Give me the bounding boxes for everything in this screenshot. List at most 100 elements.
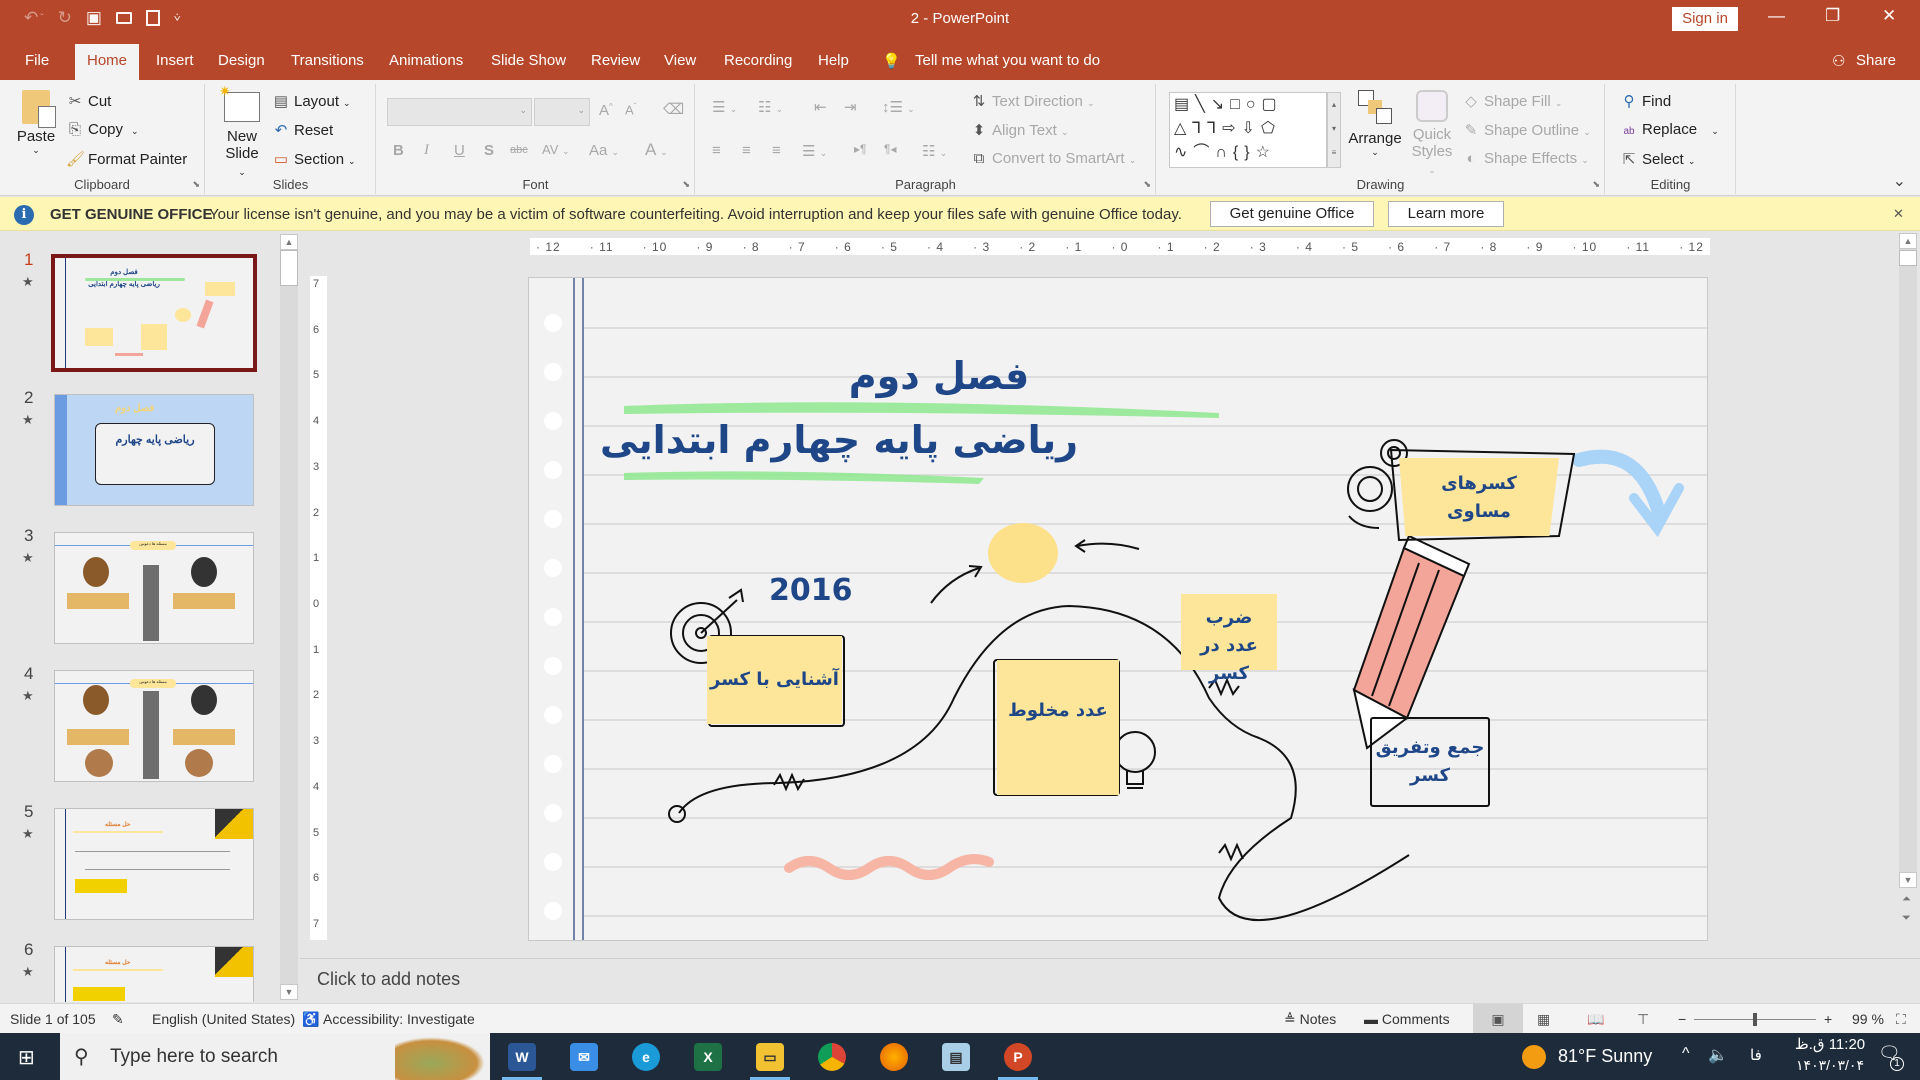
numbering-button[interactable]: ☷ ⌄ (758, 98, 783, 116)
align-center-button[interactable]: ≡ (742, 142, 751, 159)
scroll-down-button[interactable]: ▼ (1899, 872, 1917, 888)
taskbar-search[interactable]: ⚲ Type here to search (60, 1033, 490, 1080)
copy-button[interactable]: ⎘ Copy ⌄ (66, 121, 139, 138)
learn-more-button[interactable]: Learn more (1388, 201, 1504, 227)
find-button[interactable]: ⚲ Find (1620, 92, 1672, 110)
chrome-app-icon[interactable] (818, 1043, 846, 1071)
excel-app-icon[interactable]: X (694, 1043, 722, 1071)
slide-scrollbar[interactable]: ▲ ▼ (1899, 233, 1917, 888)
word-app-icon[interactable]: W (508, 1043, 536, 1071)
shapes-gallery[interactable]: ▤╲↘□○▢ △⅂⅂⇨⇩⬠ ∿⌒∩{}☆ (1169, 92, 1327, 168)
slide-title[interactable]: فصل دوم (529, 354, 1349, 398)
weather-status[interactable]: 81°F Sunny (1558, 1046, 1652, 1067)
select-button[interactable]: ⇱ Select ⌄ (1620, 150, 1696, 168)
align-left-button[interactable]: ≡ (712, 142, 721, 159)
bullets-button[interactable]: ☰ ⌄ (712, 98, 737, 116)
notes-button[interactable]: ≜ Notes (1284, 1011, 1336, 1028)
shape-outline-button[interactable]: ✎ Shape Outline ⌄ (1462, 121, 1591, 139)
replace-button[interactable]: ab Replace ⌄ (1620, 121, 1718, 138)
scroll-up-button[interactable]: ▲ (280, 234, 298, 250)
dialog-launcher-icon[interactable]: ⬊ (682, 179, 690, 190)
tab-design[interactable]: Design (218, 52, 265, 69)
dialog-launcher-icon[interactable]: ⬊ (192, 179, 200, 190)
shape-fill-button[interactable]: ◇ Shape Fill ⌄ (1462, 92, 1562, 110)
language-indicator[interactable]: English (United States) (152, 1011, 295, 1027)
tab-review[interactable]: Review (591, 52, 640, 69)
slide-thumbnail-5[interactable]: حل مسئله (54, 808, 254, 920)
reset-button[interactable]: ↶ Reset (272, 121, 333, 139)
slide-thumbnail-1[interactable]: فصل دوم ریاضی پایه چهارم ابتدایی (51, 254, 257, 372)
scroll-thumb[interactable] (1899, 250, 1917, 266)
increase-font-size-button[interactable]: A^ (599, 102, 613, 119)
get-genuine-office-button[interactable]: Get genuine Office (1210, 201, 1374, 227)
dialog-launcher-icon[interactable]: ⬊ (1592, 179, 1600, 190)
change-case-button[interactable]: Aa ⌄ (589, 142, 619, 159)
firefox-app-icon[interactable] (880, 1043, 908, 1071)
edge-app-icon[interactable]: e (632, 1043, 660, 1071)
layout-button[interactable]: ▤ Layout ⌄ (272, 92, 351, 110)
new-slide-button[interactable]: ✷ New Slide ⌄ (219, 83, 264, 179)
comments-button[interactable]: ▬ Comments (1364, 1011, 1450, 1027)
thumbnails-scrollbar[interactable]: ▲ ▼ (280, 234, 298, 1000)
tell-me-search[interactable]: Tell me what you want to do (915, 52, 1100, 69)
gallery-scroll[interactable]: ▴ ▾ ≡ (1327, 92, 1341, 168)
ltr-button[interactable]: ▸¶ (854, 142, 866, 156)
dialog-launcher-icon[interactable]: ⬊ (1143, 179, 1151, 190)
close-warning-button[interactable]: ✕ (1893, 206, 1904, 222)
align-right-button[interactable]: ≡ (772, 142, 781, 159)
clock-date[interactable]: ۱۴۰۳/۰۳/۰۴ (1790, 1057, 1870, 1074)
topic-note-equivalent[interactable]: کسرهای مساوی (1399, 458, 1559, 536)
slide-thumbnail-4[interactable]: مسئله ها دعوتین (54, 670, 254, 782)
year-label[interactable]: 2016 (769, 573, 853, 608)
tab-recording[interactable]: Recording (724, 52, 792, 69)
slide-thumbnail-2[interactable]: فصل دوم ریاضی پایه چهارم (54, 394, 254, 506)
accessibility-status[interactable]: Accessibility: Investigate (323, 1011, 475, 1027)
topic-note-intro[interactable]: آشنایی با کسر (707, 636, 842, 724)
slide-sorter-button[interactable]: ▦ (1537, 1011, 1550, 1028)
align-text-button[interactable]: ⬍ Align Text ⌄ (970, 121, 1069, 139)
tab-home[interactable]: Home (75, 44, 140, 80)
zoom-in-button[interactable]: + (1824, 1011, 1832, 1027)
justify-button[interactable]: ☰ ⌄ (802, 142, 827, 160)
fit-to-window-icon[interactable]: ⛶ (1896, 1011, 1906, 1028)
strikethrough-button[interactable]: abc (510, 144, 528, 156)
slide-subtitle[interactable]: ریاضی پایه چهارم ابتدایی (529, 418, 1149, 462)
previous-slide-button[interactable]: ⏶ (1902, 893, 1911, 906)
character-spacing-button[interactable]: AV ⌄ (542, 142, 570, 157)
convert-smartart-button[interactable]: ⧉ Convert to SmartArt ⌄ (970, 150, 1137, 167)
section-button[interactable]: ▭ Section ⌄ (272, 150, 356, 168)
topic-note-multiply[interactable]: ضرب عدد در کسر (1181, 594, 1277, 684)
clear-formatting-icon[interactable]: ⌫ (663, 100, 684, 118)
sign-in-button[interactable]: Sign in (1672, 7, 1738, 31)
decrease-font-size-button[interactable]: Aˇ (625, 102, 636, 117)
spell-check-icon[interactable]: ✎ (112, 1011, 124, 1028)
clock-time[interactable]: 11:20 ق.ظ (1790, 1035, 1870, 1053)
arrange-button[interactable]: Arrange ⌄ (1347, 90, 1403, 158)
topic-note-addsub[interactable]: جمع وتفریق کسر (1373, 728, 1487, 800)
zoom-slider-thumb[interactable] (1753, 1013, 1757, 1026)
tab-transitions[interactable]: Transitions (291, 52, 364, 69)
topic-note-mixed[interactable]: عدد مخلوط (997, 660, 1119, 795)
zoom-slider[interactable] (1694, 1013, 1816, 1026)
slide-show-button[interactable]: ⊤ (1637, 1011, 1649, 1028)
share-button[interactable]: Share (1856, 52, 1896, 69)
font-color-button[interactable]: A ⌄ (645, 140, 668, 160)
normal-view-button[interactable]: ▣ (1473, 1004, 1523, 1034)
font-name-select[interactable]: ⌄ (387, 98, 532, 126)
collapse-ribbon-button[interactable]: ⌄ (1893, 171, 1906, 191)
tab-slide-show[interactable]: Slide Show (491, 52, 566, 69)
scroll-up-button[interactable]: ▲ (1899, 233, 1917, 249)
mail-app-icon[interactable]: ✉ (570, 1043, 598, 1071)
windows-start-icon[interactable]: ⊞ (18, 1045, 35, 1070)
close-button[interactable]: ✕ (1882, 6, 1896, 26)
zoom-level[interactable]: 99 % (1852, 1011, 1884, 1027)
cut-button[interactable]: ✂ Cut (66, 92, 112, 110)
volume-icon[interactable]: 🔈 (1708, 1045, 1728, 1065)
quick-styles-button[interactable]: Quick Styles ⌄ (1407, 90, 1457, 177)
tab-insert[interactable]: Insert (156, 52, 194, 69)
zoom-out-button[interactable]: − (1678, 1011, 1686, 1027)
columns-button[interactable]: ☷ ⌄ (922, 142, 947, 160)
bold-button[interactable]: B (393, 142, 404, 159)
notes-pane[interactable]: Click to add notes (300, 958, 1920, 1002)
text-direction-button[interactable]: ⇅ Text Direction ⌄ (970, 92, 1095, 110)
